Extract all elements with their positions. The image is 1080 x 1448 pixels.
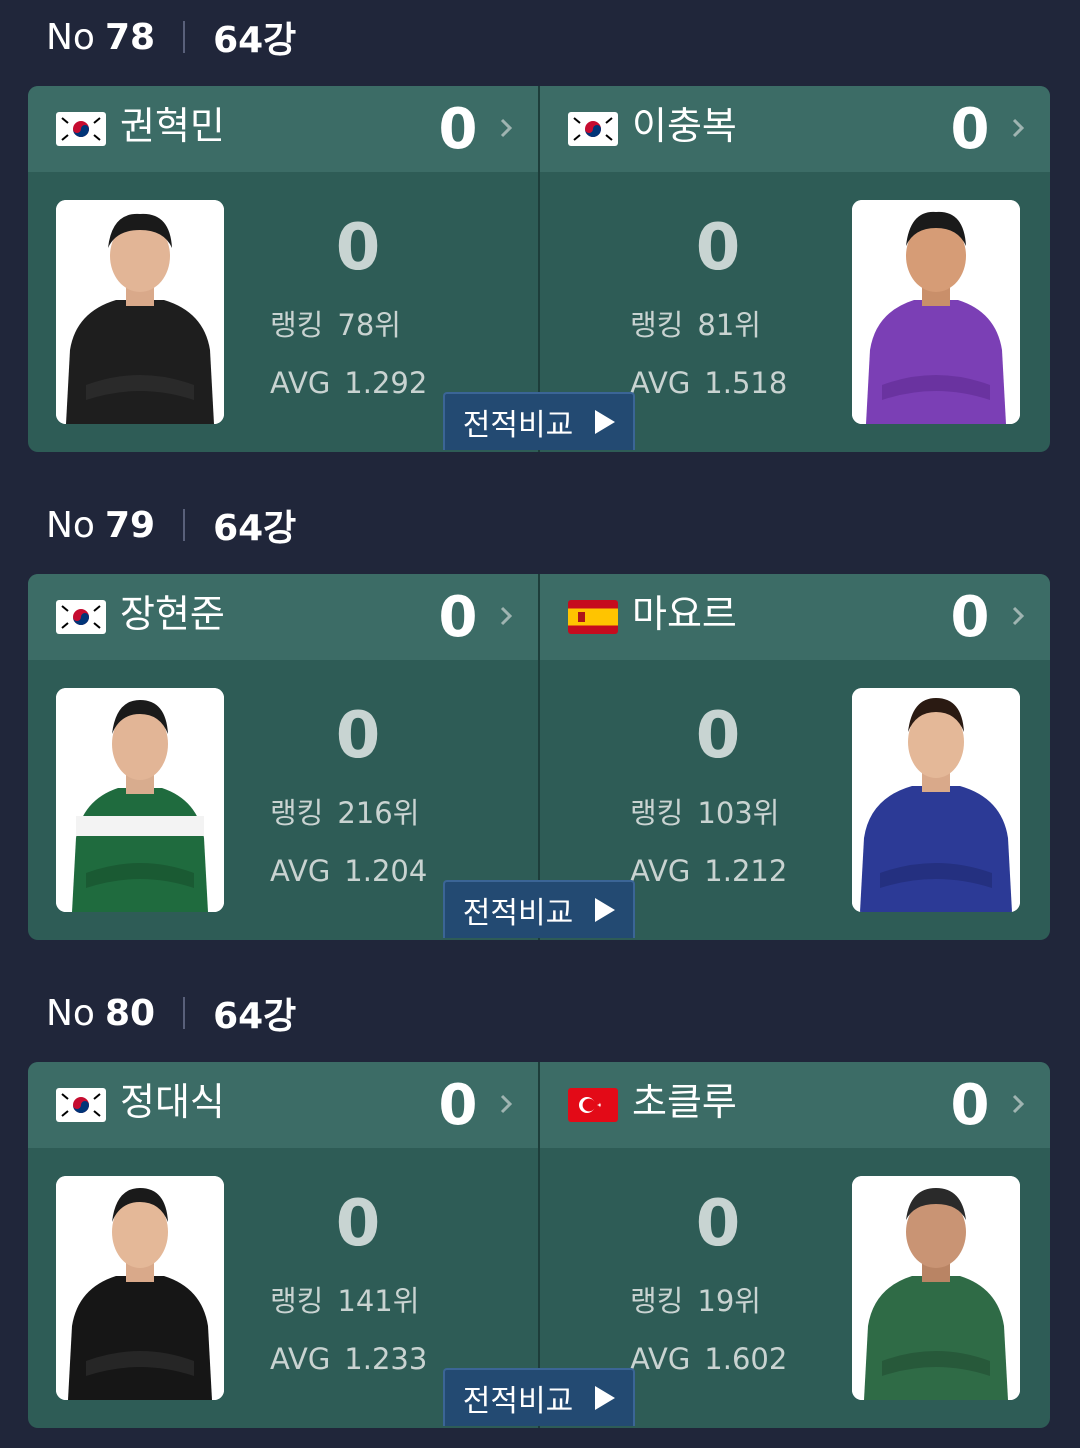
player-set-score: 0 xyxy=(950,585,990,650)
player-name: 초클루 xyxy=(632,1080,737,1124)
match-block: No 80 64강 정대식 0 0 랭킹 141위 AVG 1.233 초클루 … xyxy=(0,978,1080,1448)
chevron-right-icon[interactable] xyxy=(494,116,518,140)
turkey-flag-icon xyxy=(568,1088,618,1122)
match-header: No 78 64강 xyxy=(46,2,296,72)
match-header: No 80 64강 xyxy=(46,978,296,1048)
chevron-right-icon[interactable] xyxy=(1006,116,1030,140)
player-game-score: 0 xyxy=(695,699,741,773)
player-photo[interactable] xyxy=(56,200,224,424)
match-number: No 79 xyxy=(46,504,156,546)
player-game-score: 0 xyxy=(335,1187,381,1261)
compare-label: 전적비교 xyxy=(462,896,574,931)
player-photo[interactable] xyxy=(56,688,224,912)
player-set-score: 0 xyxy=(438,585,478,650)
player-header[interactable]: 초클루 0 xyxy=(540,1062,1050,1148)
player-average: AVG 1.518 xyxy=(630,366,788,400)
player-average: AVG 1.602 xyxy=(630,1342,788,1376)
match-card: 정대식 0 0 랭킹141위 AVG1.233 초클루 0 0 랭킹19위 xyxy=(28,1062,1050,1428)
player-header[interactable]: 이충복 0 xyxy=(540,86,1050,172)
match-number: No 78 xyxy=(46,16,156,58)
player-photo[interactable] xyxy=(56,1176,224,1400)
korea-flag-icon xyxy=(568,112,618,146)
player-ranking: 랭킹 141위 xyxy=(270,1284,420,1318)
match-number: No 80 xyxy=(46,992,156,1034)
player-name: 장현준 xyxy=(120,592,225,636)
match-card: 권혁민 0 0 랭킹78위 AVG1.292 이충복 0 0 랭킹81위 xyxy=(28,86,1050,452)
player-ranking: 랭킹 78위 xyxy=(270,308,401,342)
player-name: 권혁민 xyxy=(120,104,225,148)
match-header: No 79 64강 xyxy=(46,490,296,560)
match-round: 64강 xyxy=(213,996,297,1037)
player-photo[interactable] xyxy=(852,1176,1020,1400)
player-header[interactable]: 권혁민 0 xyxy=(28,86,538,172)
player-average: AVG 1.292 xyxy=(270,366,428,400)
player-ranking: 랭킹 216위 xyxy=(270,796,420,830)
play-arrow-icon xyxy=(595,410,616,434)
player-header[interactable]: 정대식 0 xyxy=(28,1062,538,1148)
chevron-right-icon[interactable] xyxy=(1006,1092,1030,1116)
player-average: AVG 1.233 xyxy=(270,1342,428,1376)
match-round: 64강 xyxy=(213,508,297,549)
player-name: 이충복 xyxy=(632,104,737,148)
player-set-score: 0 xyxy=(950,1073,990,1138)
compare-record-button[interactable]: 전적비교 xyxy=(443,1368,635,1426)
player-game-score: 0 xyxy=(335,211,381,285)
korea-flag-icon xyxy=(56,600,106,634)
player-ranking: 랭킹 81위 xyxy=(630,308,761,342)
korea-flag-icon xyxy=(56,112,106,146)
match-card: 장현준 0 0 랭킹 216위 AVG 1.204 마요르 0 0 랭킹 103위 xyxy=(28,574,1050,940)
chevron-right-icon[interactable] xyxy=(1006,604,1030,628)
match-block: No 79 64강 장현준 0 0 랭킹 216위 AVG 1.204 마요르 … xyxy=(0,490,1080,960)
match-block: No 78 64강 권혁민 0 0 랭킹 78위 AVG 1.292 이충복 0… xyxy=(0,2,1080,472)
player-ranking: 랭킹 103위 xyxy=(630,796,780,830)
match-round: 64강 xyxy=(213,20,297,61)
player-ranking: 랭킹 19위 xyxy=(630,1284,761,1318)
player-name: 마요르 xyxy=(632,592,737,636)
player-game-score: 0 xyxy=(695,1187,741,1261)
player-header[interactable]: 장현준 0 xyxy=(28,574,538,660)
header-divider xyxy=(183,21,186,53)
spain-flag-icon xyxy=(568,600,618,634)
player-set-score: 0 xyxy=(950,97,990,162)
compare-record-button[interactable]: 전적비교 xyxy=(443,880,635,938)
compare-label: 전적비교 xyxy=(462,1384,574,1419)
chevron-right-icon[interactable] xyxy=(494,1092,518,1116)
compare-record-button[interactable]: 전적비교 xyxy=(443,392,635,450)
chevron-right-icon[interactable] xyxy=(494,604,518,628)
compare-label: 전적비교 xyxy=(462,408,574,443)
player-set-score: 0 xyxy=(438,1073,478,1138)
player-photo[interactable] xyxy=(852,688,1020,912)
play-arrow-icon xyxy=(595,1386,616,1410)
header-divider xyxy=(183,509,186,541)
player-set-score: 0 xyxy=(438,97,478,162)
header-divider xyxy=(183,997,186,1029)
player-average: AVG 1.212 xyxy=(630,854,788,888)
player-header[interactable]: 마요르 0 xyxy=(540,574,1050,660)
player-average: AVG 1.204 xyxy=(270,854,428,888)
player-game-score: 0 xyxy=(695,211,741,285)
player-game-score: 0 xyxy=(335,699,381,773)
korea-flag-icon xyxy=(56,1088,106,1122)
play-arrow-icon xyxy=(595,898,616,922)
player-photo[interactable] xyxy=(852,200,1020,424)
player-name: 정대식 xyxy=(120,1080,225,1124)
